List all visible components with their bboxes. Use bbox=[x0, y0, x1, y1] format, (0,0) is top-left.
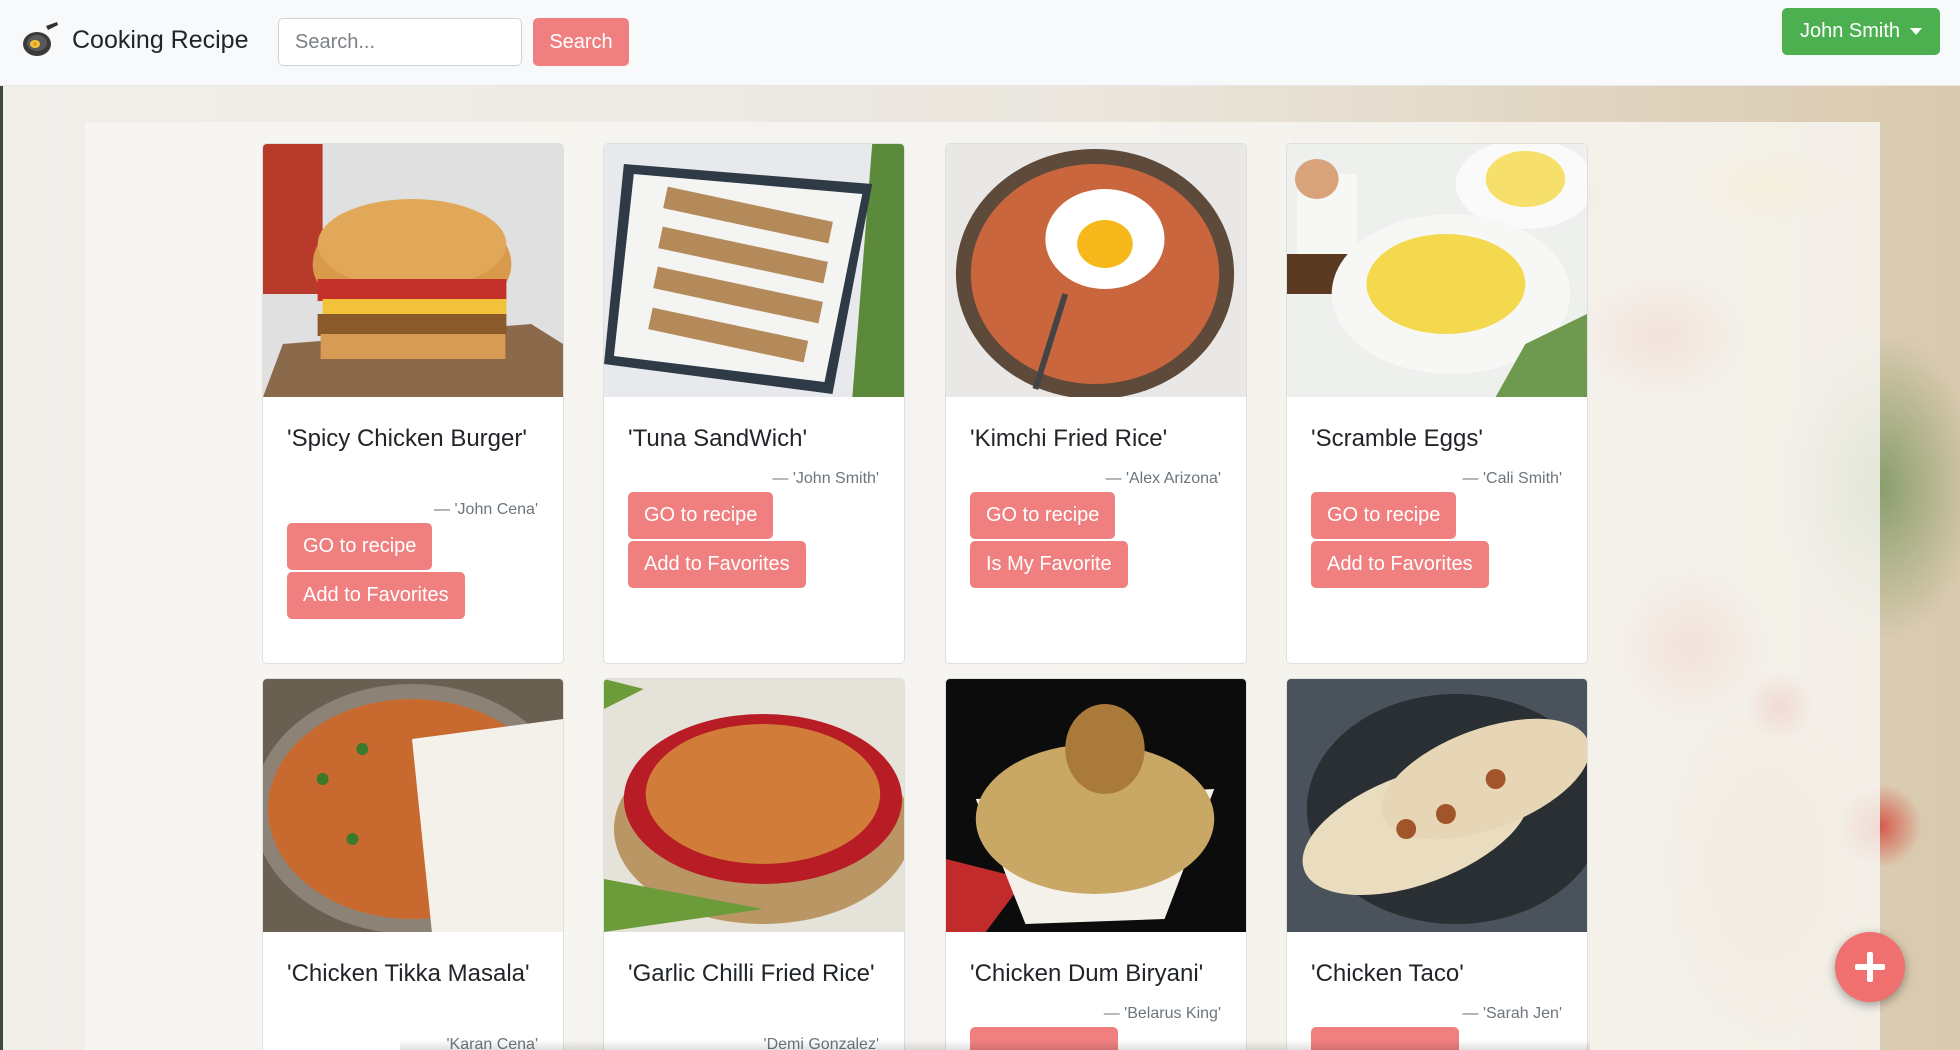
recipe-image bbox=[1287, 679, 1587, 932]
navbar: Cooking Recipe Search John Smith bbox=[0, 0, 1960, 86]
recipe-author: — 'Belarus King' bbox=[1103, 1005, 1221, 1022]
recipe-image bbox=[263, 679, 563, 932]
recipe-card: 'Chicken Taco' — 'Sarah Jen' bbox=[1286, 678, 1588, 1050]
user-menu-button[interactable]: John Smith bbox=[1782, 8, 1940, 55]
recipe-card: 'Chicken Dum Biryani' — 'Belarus King' bbox=[945, 678, 1247, 1050]
add-recipe-button[interactable] bbox=[1835, 932, 1905, 1002]
recipe-author: — 'Cali Smith' bbox=[1462, 470, 1562, 487]
recipe-image bbox=[1287, 144, 1587, 397]
recipe-title: 'Spicy Chicken Burger' bbox=[287, 425, 527, 452]
recipe-title: 'Scramble Eggs' bbox=[1311, 425, 1483, 452]
recipe-card: 'Tuna SandWich' — 'John Smith' GO to rec… bbox=[603, 143, 905, 664]
recipe-title: 'Chicken Dum Biryani' bbox=[970, 960, 1204, 987]
recipe-title: 'Garlic Chilli Fried Rice' bbox=[628, 960, 875, 987]
recipe-image bbox=[946, 144, 1246, 397]
go-to-recipe-button[interactable]: GO to recipe bbox=[970, 492, 1116, 539]
window-edge bbox=[0, 86, 3, 1050]
recipe-title: 'Tuna SandWich' bbox=[628, 425, 808, 452]
frying-pan-icon bbox=[20, 20, 60, 60]
user-name: John Smith bbox=[1799, 20, 1901, 42]
brand[interactable]: Cooking Recipe bbox=[20, 20, 249, 60]
search-input[interactable] bbox=[278, 18, 522, 66]
recipe-title: 'Chicken Tikka Masala' bbox=[287, 960, 530, 987]
recipe-image bbox=[263, 144, 563, 397]
recipe-title: 'Chicken Taco' bbox=[1311, 960, 1464, 987]
add-to-favorites-button[interactable]: Add to Favorites bbox=[287, 572, 465, 619]
footer-edge bbox=[400, 1040, 1590, 1050]
favorite-status-button[interactable]: Is My Favorite bbox=[970, 541, 1128, 588]
recipe-card: 'Chicken Tikka Masala' 'Karan Cena' bbox=[262, 678, 564, 1050]
recipe-title: 'Kimchi Fried Rice' bbox=[970, 425, 1168, 452]
recipe-card: 'Spicy Chicken Burger' — 'John Cena' GO … bbox=[262, 143, 564, 664]
add-to-favorites-button[interactable]: Add to Favorites bbox=[628, 541, 806, 588]
plus-icon bbox=[1855, 952, 1885, 982]
caret-down-icon bbox=[1910, 28, 1923, 35]
recipe-image bbox=[604, 144, 904, 397]
recipe-card: 'Garlic Chilli Fried Rice' 'Demi Gonzale… bbox=[603, 678, 905, 1050]
recipe-card: 'Scramble Eggs' — 'Cali Smith' GO to rec… bbox=[1286, 143, 1588, 664]
recipe-author: — 'John Smith' bbox=[772, 470, 879, 487]
recipe-author: — 'John Cena' bbox=[434, 501, 538, 518]
add-to-favorites-button[interactable]: Add to Favorites bbox=[1311, 541, 1489, 588]
go-to-recipe-button[interactable]: GO to recipe bbox=[628, 492, 774, 539]
recipe-author: — 'Sarah Jen' bbox=[1462, 1005, 1563, 1022]
go-to-recipe-button[interactable]: GO to recipe bbox=[1311, 492, 1457, 539]
recipe-card: 'Kimchi Fried Rice' — 'Alex Arizona' GO … bbox=[945, 143, 1247, 664]
search-button[interactable]: Search bbox=[533, 18, 629, 66]
recipe-image bbox=[946, 679, 1246, 932]
recipe-author: — 'Alex Arizona' bbox=[1105, 470, 1222, 487]
go-to-recipe-button[interactable]: GO to recipe bbox=[287, 523, 433, 570]
recipe-image bbox=[604, 679, 904, 932]
brand-title: Cooking Recipe bbox=[72, 25, 249, 54]
